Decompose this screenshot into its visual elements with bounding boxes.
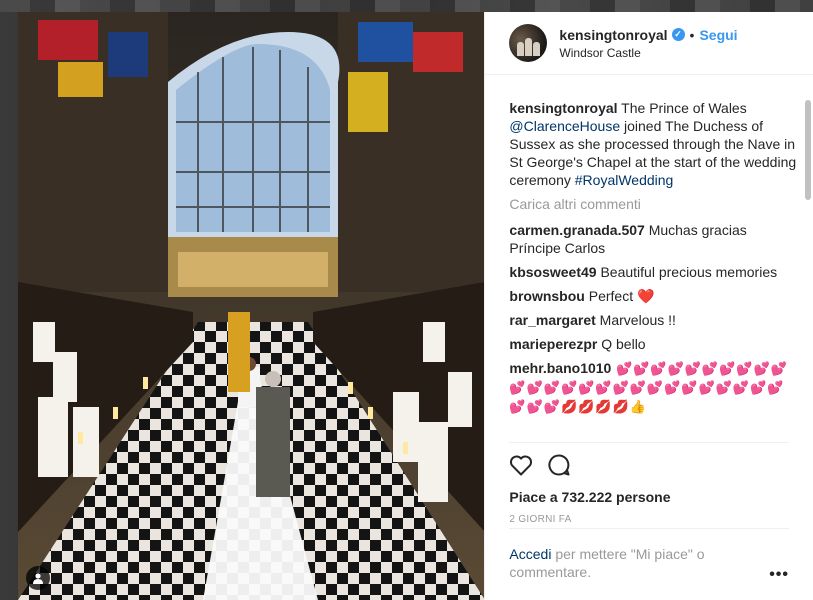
caption-text: The Prince of Wales [617, 100, 747, 116]
load-more-comments-button[interactable]: Carica altri commenti [509, 195, 799, 213]
comment-item: carmen.granada.507 Muchas gracias Prínci… [509, 221, 799, 257]
person-tag-icon[interactable] [26, 566, 50, 590]
post-date: 2 giorni fa [509, 514, 572, 525]
caption-username[interactable]: kensingtonroyal [509, 100, 617, 116]
post-modal: kensingtonroyal ✓ • Segui Windsor Castle… [18, 12, 813, 600]
follow-button[interactable]: Segui [699, 27, 737, 43]
comment-text: Perfect ❤️ [584, 288, 655, 304]
comment-item: brownsbou Perfect ❤️ [509, 287, 799, 305]
backdrop-strip [0, 0, 813, 12]
separator-dot: • [689, 26, 695, 43]
speech-bubble-icon[interactable] [547, 453, 571, 482]
heart-outline-icon[interactable] [509, 454, 533, 481]
location-link[interactable]: Windsor Castle [559, 46, 737, 60]
comment-item: mehr.bano1010 💕💕💕💕💕💕💕💕💕💕💕💕💕💕💕💕💕💕💕💕💕💕💕💕💕💕… [509, 359, 799, 416]
post-photo[interactable] [18, 12, 485, 600]
post-sidebar: kensingtonroyal ✓ • Segui Windsor Castle… [484, 12, 813, 600]
login-prompt: Accedi per mettere "Mi piace" o commenta… [509, 528, 789, 581]
likes-count[interactable]: Piace a 732.222 persone [509, 489, 789, 505]
more-options-button[interactable]: ••• [769, 566, 789, 584]
caption-mention[interactable]: @ClarenceHouse [509, 118, 620, 134]
comment-item: marieperezpr Q bello [509, 335, 799, 353]
login-link[interactable]: Accedi [509, 546, 551, 562]
comment-text: Marvelous !! [595, 312, 676, 328]
post-caption: kensingtonroyal The Prince of Wales @Cla… [509, 99, 799, 189]
chapel-wedding-image [18, 12, 485, 600]
comment-username[interactable]: brownsbou [509, 288, 584, 304]
comment-username[interactable]: mehr.bano1010 [509, 360, 611, 376]
post-header: kensingtonroyal ✓ • Segui Windsor Castle [485, 12, 813, 75]
comment-username[interactable]: rar_margaret [509, 312, 595, 328]
verified-badge-icon: ✓ [671, 28, 685, 41]
post-actions: Piace a 732.222 persone 2 giorni fa [509, 442, 789, 525]
comment-username[interactable]: carmen.granada.507 [509, 222, 644, 238]
comments-scrollbar[interactable] [805, 100, 811, 200]
comment-item: kbsosweet49 Beautiful precious memories [509, 263, 799, 281]
comment-text: Beautiful precious memories [596, 264, 778, 280]
comment-item: rar_margaret Marvelous !! [509, 311, 799, 329]
header-username[interactable]: kensingtonroyal [559, 27, 667, 43]
avatar[interactable] [509, 24, 548, 62]
comment-username[interactable]: kbsosweet49 [509, 264, 596, 280]
comments-list[interactable]: kensingtonroyal The Prince of Wales @Cla… [485, 75, 813, 441]
comment-username[interactable]: marieperezpr [509, 336, 597, 352]
comment-text: Q bello [597, 336, 646, 352]
caption-hashtag[interactable]: #RoyalWedding [575, 172, 674, 188]
